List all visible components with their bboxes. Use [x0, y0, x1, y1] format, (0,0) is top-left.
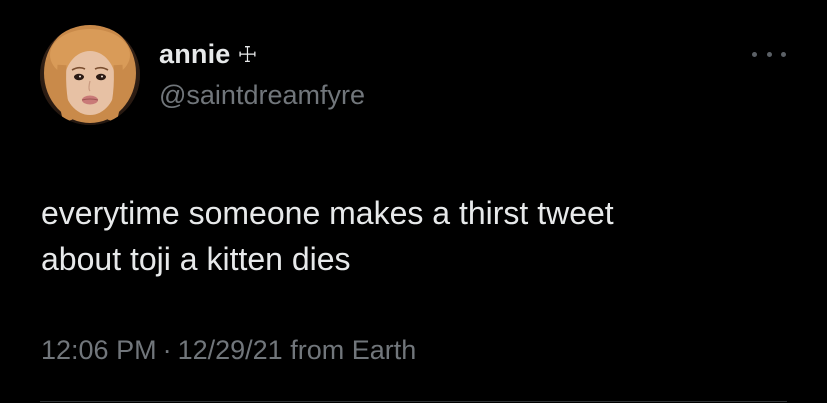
author-name-row[interactable]: annie ☩ — [159, 37, 257, 71]
tweet-source: from Earth — [290, 335, 417, 365]
tweet-text-line: everytime someone makes a thirst tweet — [41, 195, 614, 231]
tweet-date[interactable]: 12/29/21 — [178, 335, 283, 365]
more-options-button[interactable] — [752, 44, 786, 64]
tweet-text: everytime someone makes a thirst tweet a… — [41, 190, 801, 282]
divider — [40, 401, 787, 402]
user-handle[interactable]: @saintdreamfyre — [159, 80, 365, 111]
display-name[interactable]: annie — [159, 39, 231, 70]
more-horizontal-icon-dot — [781, 51, 786, 57]
meta-separator: · — [162, 335, 172, 365]
more-horizontal-icon — [752, 51, 757, 57]
avatar[interactable] — [40, 25, 140, 125]
tweet-text-line: about toji a kitten dies — [41, 241, 351, 277]
tweet-metadata: 12:06 PM · 12/29/21 from Earth — [41, 335, 416, 366]
more-horizontal-icon-dot — [766, 51, 772, 57]
tweet-time[interactable]: 12:06 PM — [41, 335, 157, 365]
cross-icon: ☩ — [237, 43, 258, 68]
avatar-image — [40, 25, 140, 125]
tweet-card: annie ☩ @saintdreamfyre everytime someon… — [0, 0, 827, 403]
